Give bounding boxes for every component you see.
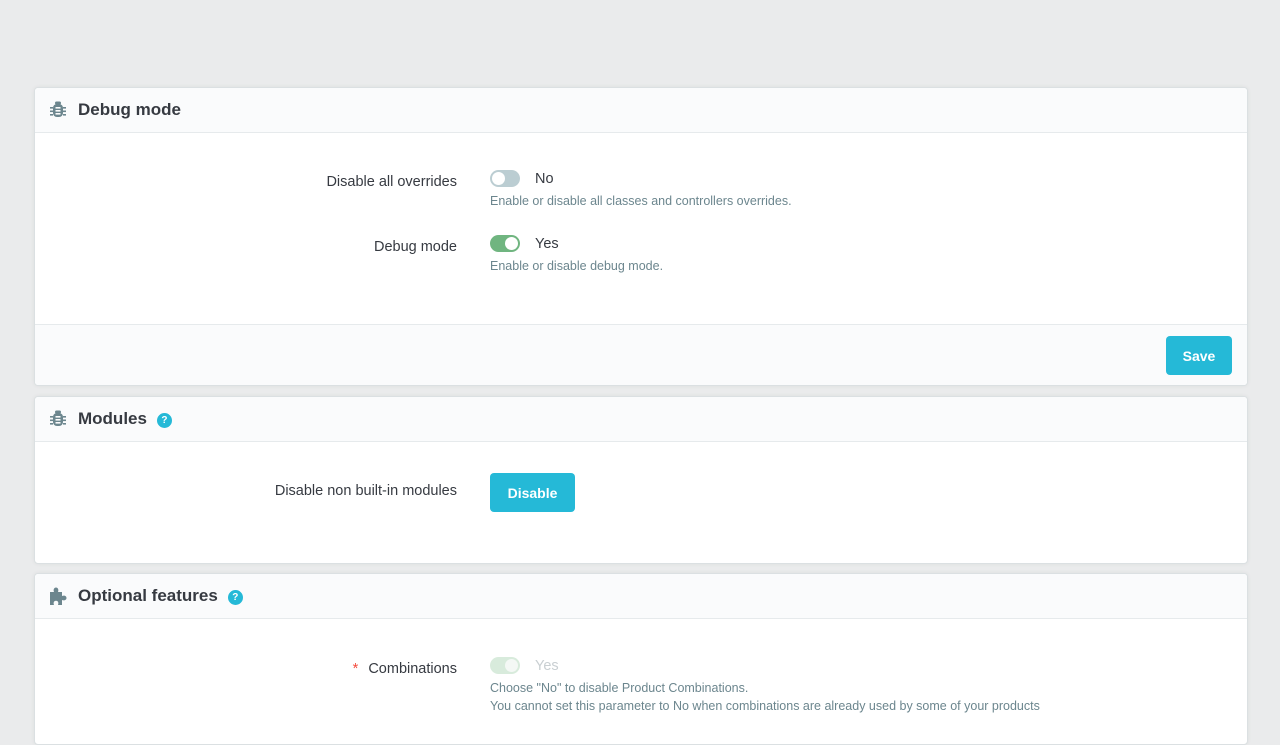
- combinations-label: * Combinations: [353, 661, 457, 677]
- disable-modules-button[interactable]: Disable: [490, 473, 575, 512]
- optional-features-header: Optional features ?: [35, 574, 1247, 619]
- debug-mode-panel: Debug mode Disable all overrides No Enab…: [34, 87, 1248, 386]
- bug-icon: [47, 408, 69, 430]
- debug-mode-header: Debug mode: [35, 88, 1247, 133]
- disable-overrides-toggle[interactable]: [490, 170, 520, 187]
- help-icon[interactable]: ?: [156, 412, 172, 428]
- debug-mode-label: Debug mode: [373, 239, 457, 255]
- debug-mode-footer: Save: [35, 324, 1247, 385]
- debug-mode-toggle[interactable]: [490, 235, 520, 252]
- required-mark: *: [352, 661, 359, 677]
- combinations-value: Yes: [535, 658, 559, 674]
- debug-mode-help: Enable or disable debug mode.: [490, 259, 664, 273]
- optional-features-title: Optional features: [78, 586, 218, 605]
- save-button[interactable]: Save: [1166, 336, 1232, 375]
- bug-icon: [47, 99, 69, 121]
- disable-overrides-label: Disable all overrides: [326, 174, 457, 190]
- combinations-label-text: Combinations: [368, 661, 457, 677]
- disable-overrides-help: Enable or disable all classes and contro…: [490, 194, 792, 208]
- toggle-knob: [505, 237, 518, 250]
- puzzle-icon: [47, 585, 69, 607]
- modules-panel: Modules ? Disable non built-in modules D…: [34, 396, 1248, 564]
- debug-mode-title: Debug mode: [78, 100, 181, 119]
- combinations-toggle[interactable]: [490, 657, 520, 674]
- toggle-knob: [492, 172, 505, 185]
- disable-overrides-value: No: [535, 171, 554, 187]
- modules-header: Modules ?: [35, 397, 1247, 442]
- combinations-help-2: You cannot set this parameter to No when…: [490, 699, 1040, 713]
- combinations-help-1: Choose "No" to disable Product Combinati…: [490, 681, 749, 695]
- modules-title: Modules: [78, 409, 147, 428]
- disable-modules-label: Disable non built-in modules: [274, 483, 457, 499]
- help-icon[interactable]: ?: [227, 589, 243, 605]
- optional-features-panel: Optional features ? * Combinations Yes Ch…: [34, 573, 1248, 745]
- debug-mode-value: Yes: [535, 236, 559, 252]
- toggle-knob: [505, 659, 518, 672]
